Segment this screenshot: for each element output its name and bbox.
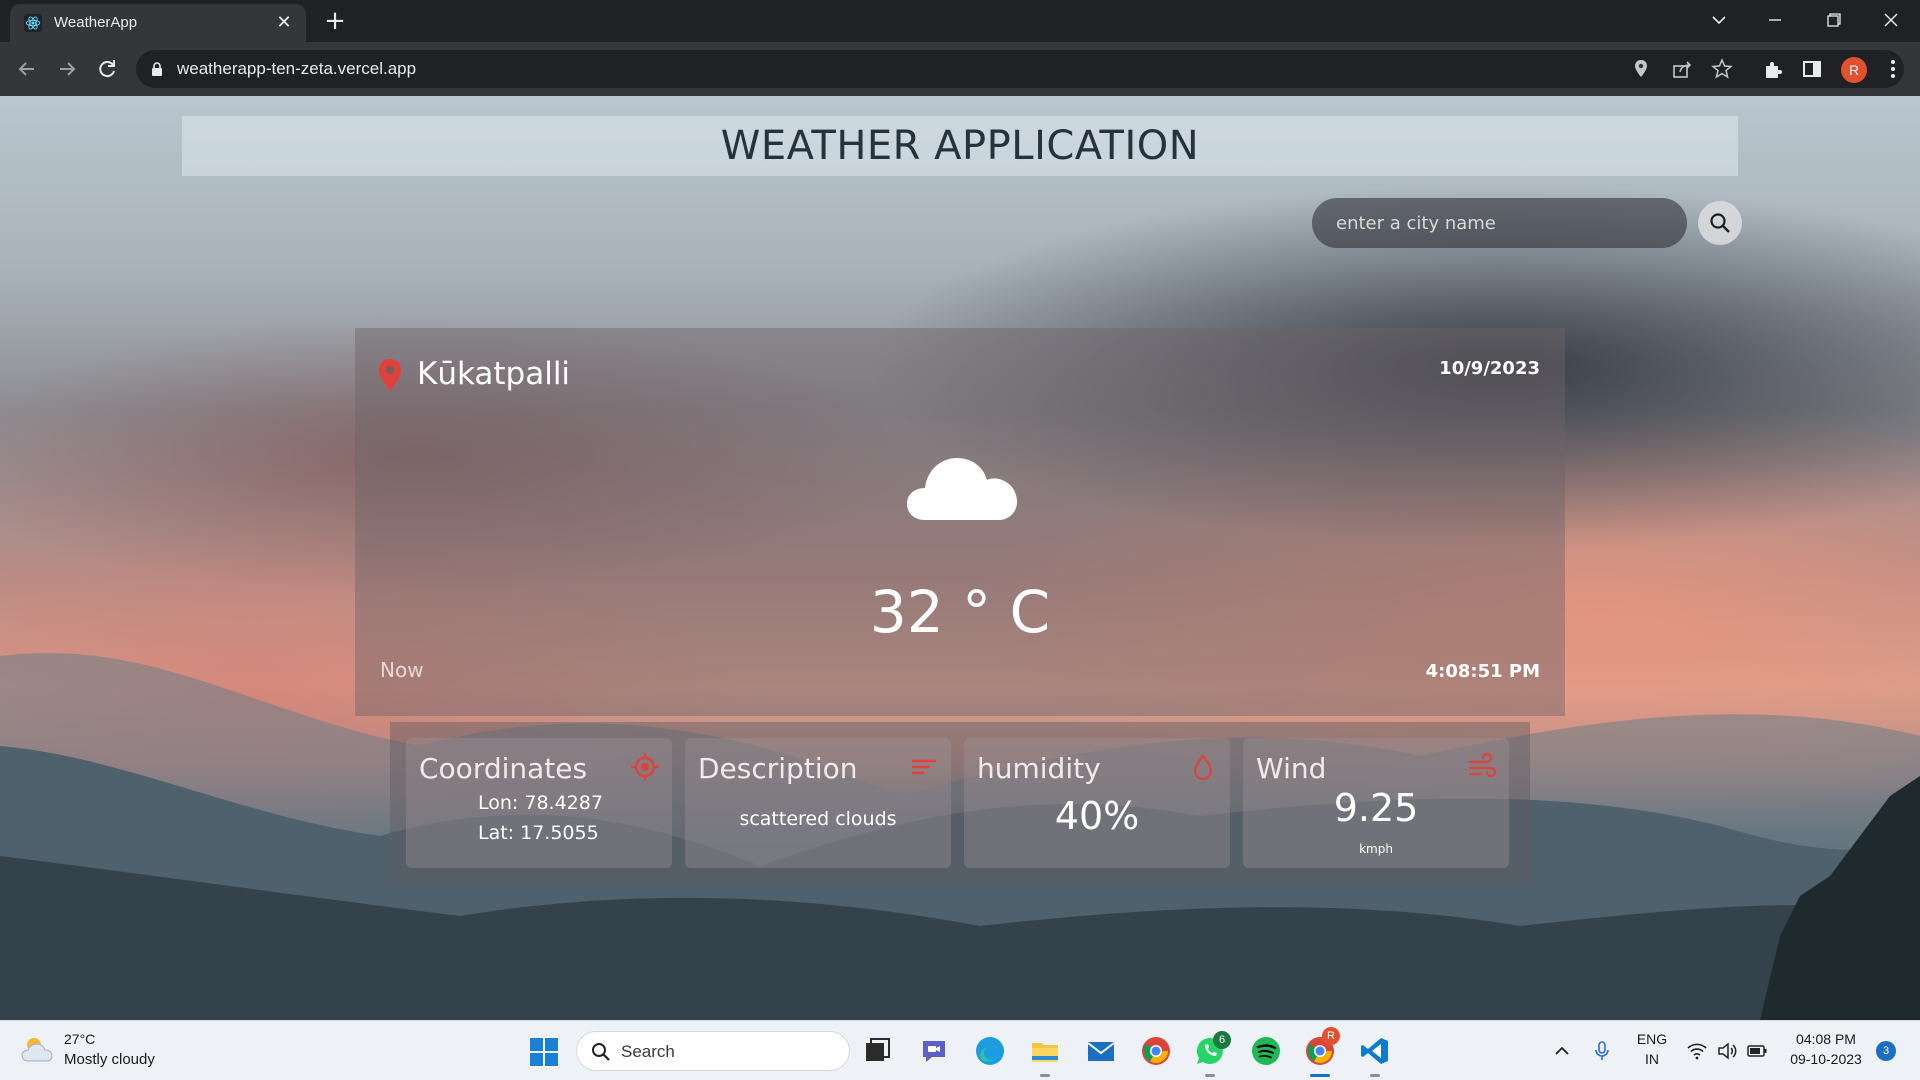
wind-card: Wind 9.25 kmph xyxy=(1243,738,1509,868)
language-label[interactable]: ENG xyxy=(1636,1031,1668,1047)
whatsapp-running-indicator xyxy=(1205,1074,1215,1077)
longitude-value: Lon: 78.4287 xyxy=(478,792,603,814)
mail-icon[interactable] xyxy=(1085,1035,1117,1067)
back-arrow-icon[interactable] xyxy=(14,56,40,82)
partly-cloudy-icon[interactable] xyxy=(20,1033,56,1065)
search-button[interactable] xyxy=(1698,201,1742,245)
more-menu-icon[interactable] xyxy=(1882,58,1904,80)
extensions-icon[interactable] xyxy=(1762,58,1784,80)
taskbar-weather-condition[interactable]: Mostly cloudy xyxy=(64,1051,155,1068)
current-time: 4:08:51 PM xyxy=(1425,661,1540,682)
location-pin-icon xyxy=(379,359,401,391)
windows-start-icon[interactable] xyxy=(528,1036,560,1068)
app-header: WEATHER APPLICATION xyxy=(182,116,1738,176)
chrome-active-indicator xyxy=(1310,1074,1330,1077)
taskbar-weather-temp[interactable]: 27°C xyxy=(64,1031,95,1047)
coordinates-title: Coordinates xyxy=(419,752,588,785)
forward-arrow-icon[interactable] xyxy=(54,56,80,82)
temperature: 32 ° C xyxy=(869,578,1051,646)
vscode-icon[interactable] xyxy=(1359,1035,1391,1067)
page-viewport: WEATHER APPLICATION Kūkatpalli 10/9/2023… xyxy=(0,96,1920,1020)
lock-icon[interactable] xyxy=(150,61,164,77)
close-window-icon[interactable] xyxy=(1876,8,1906,32)
explorer-running-indicator xyxy=(1040,1074,1050,1077)
search-icon xyxy=(1710,213,1730,233)
chrome-icon[interactable] xyxy=(1140,1035,1172,1067)
wind-title: Wind xyxy=(1256,752,1327,785)
url-text[interactable]: weatherapp-ten-zeta.vercel.app xyxy=(177,59,416,79)
microphone-icon[interactable] xyxy=(1591,1040,1613,1062)
chrome-profile-badge: R xyxy=(1322,1027,1340,1045)
clock-time[interactable]: 04:08 PM xyxy=(1782,1031,1870,1047)
latitude-value: Lat: 17.5055 xyxy=(478,822,599,844)
spotify-icon[interactable] xyxy=(1250,1035,1282,1067)
description-card: Description scattered clouds xyxy=(685,738,951,868)
share-icon[interactable] xyxy=(1671,58,1693,80)
volume-icon[interactable] xyxy=(1716,1040,1738,1062)
humidity-card: humidity 40% xyxy=(964,738,1230,868)
current-date: 10/9/2023 xyxy=(1439,358,1540,379)
humidity-value: 40% xyxy=(1054,794,1140,838)
react-icon xyxy=(24,14,42,32)
location-icon[interactable] xyxy=(1630,58,1652,80)
crosshair-icon xyxy=(631,753,659,781)
description-value: scattered clouds xyxy=(739,808,897,830)
battery-icon[interactable] xyxy=(1746,1040,1768,1062)
page-title: WEATHER APPLICATION xyxy=(720,123,1200,169)
new-tab-button[interactable]: + xyxy=(322,8,348,34)
task-view-icon[interactable] xyxy=(862,1035,894,1067)
minimize-icon[interactable] xyxy=(1760,8,1790,32)
now-label: Now xyxy=(380,658,424,682)
tab-weatherapp[interactable]: WeatherApp ✕ xyxy=(10,4,306,42)
wind-unit: kmph xyxy=(1359,842,1393,856)
file-explorer-icon[interactable] xyxy=(1029,1035,1061,1067)
notification-badge[interactable]: 3 xyxy=(1876,1041,1896,1061)
search-icon xyxy=(592,1043,610,1061)
bookmark-star-icon[interactable] xyxy=(1711,58,1733,80)
teams-chat-icon[interactable] xyxy=(918,1035,950,1067)
current-weather-card: Kūkatpalli 10/9/2023 32 ° C Now 4:08:51 … xyxy=(355,328,1565,716)
taskbar-search-label: Search xyxy=(621,1042,675,1061)
reload-icon[interactable] xyxy=(94,56,120,82)
windows-taskbar: 27°C Mostly cloudy Search 6 R ENG IN 04:… xyxy=(0,1020,1920,1080)
wind-icon xyxy=(1468,752,1497,778)
close-tab-icon[interactable]: ✕ xyxy=(274,13,294,33)
edge-icon[interactable] xyxy=(974,1035,1006,1067)
vscode-running-indicator xyxy=(1370,1074,1380,1077)
description-title: Description xyxy=(698,752,858,785)
tab-strip: WeatherApp ✕ + xyxy=(0,0,1920,42)
restore-icon[interactable] xyxy=(1818,8,1848,32)
profile-avatar[interactable]: R xyxy=(1841,57,1867,83)
chevron-down-icon[interactable] xyxy=(1704,8,1734,32)
whatsapp-badge: 6 xyxy=(1213,1031,1231,1049)
cloud-icon xyxy=(907,458,1017,520)
region-label[interactable]: IN xyxy=(1636,1051,1668,1067)
droplet-icon xyxy=(1193,754,1213,781)
city-name: Kūkatpalli xyxy=(417,356,571,392)
side-panel-icon[interactable] xyxy=(1801,58,1823,80)
search-container xyxy=(1312,198,1687,248)
tab-title: WeatherApp xyxy=(54,14,138,31)
coordinates-card: Coordinates Lon: 78.4287 Lat: 17.5055 xyxy=(406,738,672,868)
chevron-up-icon[interactable] xyxy=(1551,1040,1573,1062)
city-search-input[interactable] xyxy=(1336,208,1666,238)
wind-value: 9.25 xyxy=(1333,786,1419,830)
clock-date[interactable]: 09-10-2023 xyxy=(1782,1051,1870,1067)
lines-icon xyxy=(911,759,937,775)
wifi-icon[interactable] xyxy=(1686,1040,1708,1062)
humidity-title: humidity xyxy=(977,752,1101,785)
weather-details-panel: Coordinates Lon: 78.4287 Lat: 17.5055 De… xyxy=(390,722,1530,886)
taskbar-search-box[interactable]: Search xyxy=(576,1031,850,1071)
